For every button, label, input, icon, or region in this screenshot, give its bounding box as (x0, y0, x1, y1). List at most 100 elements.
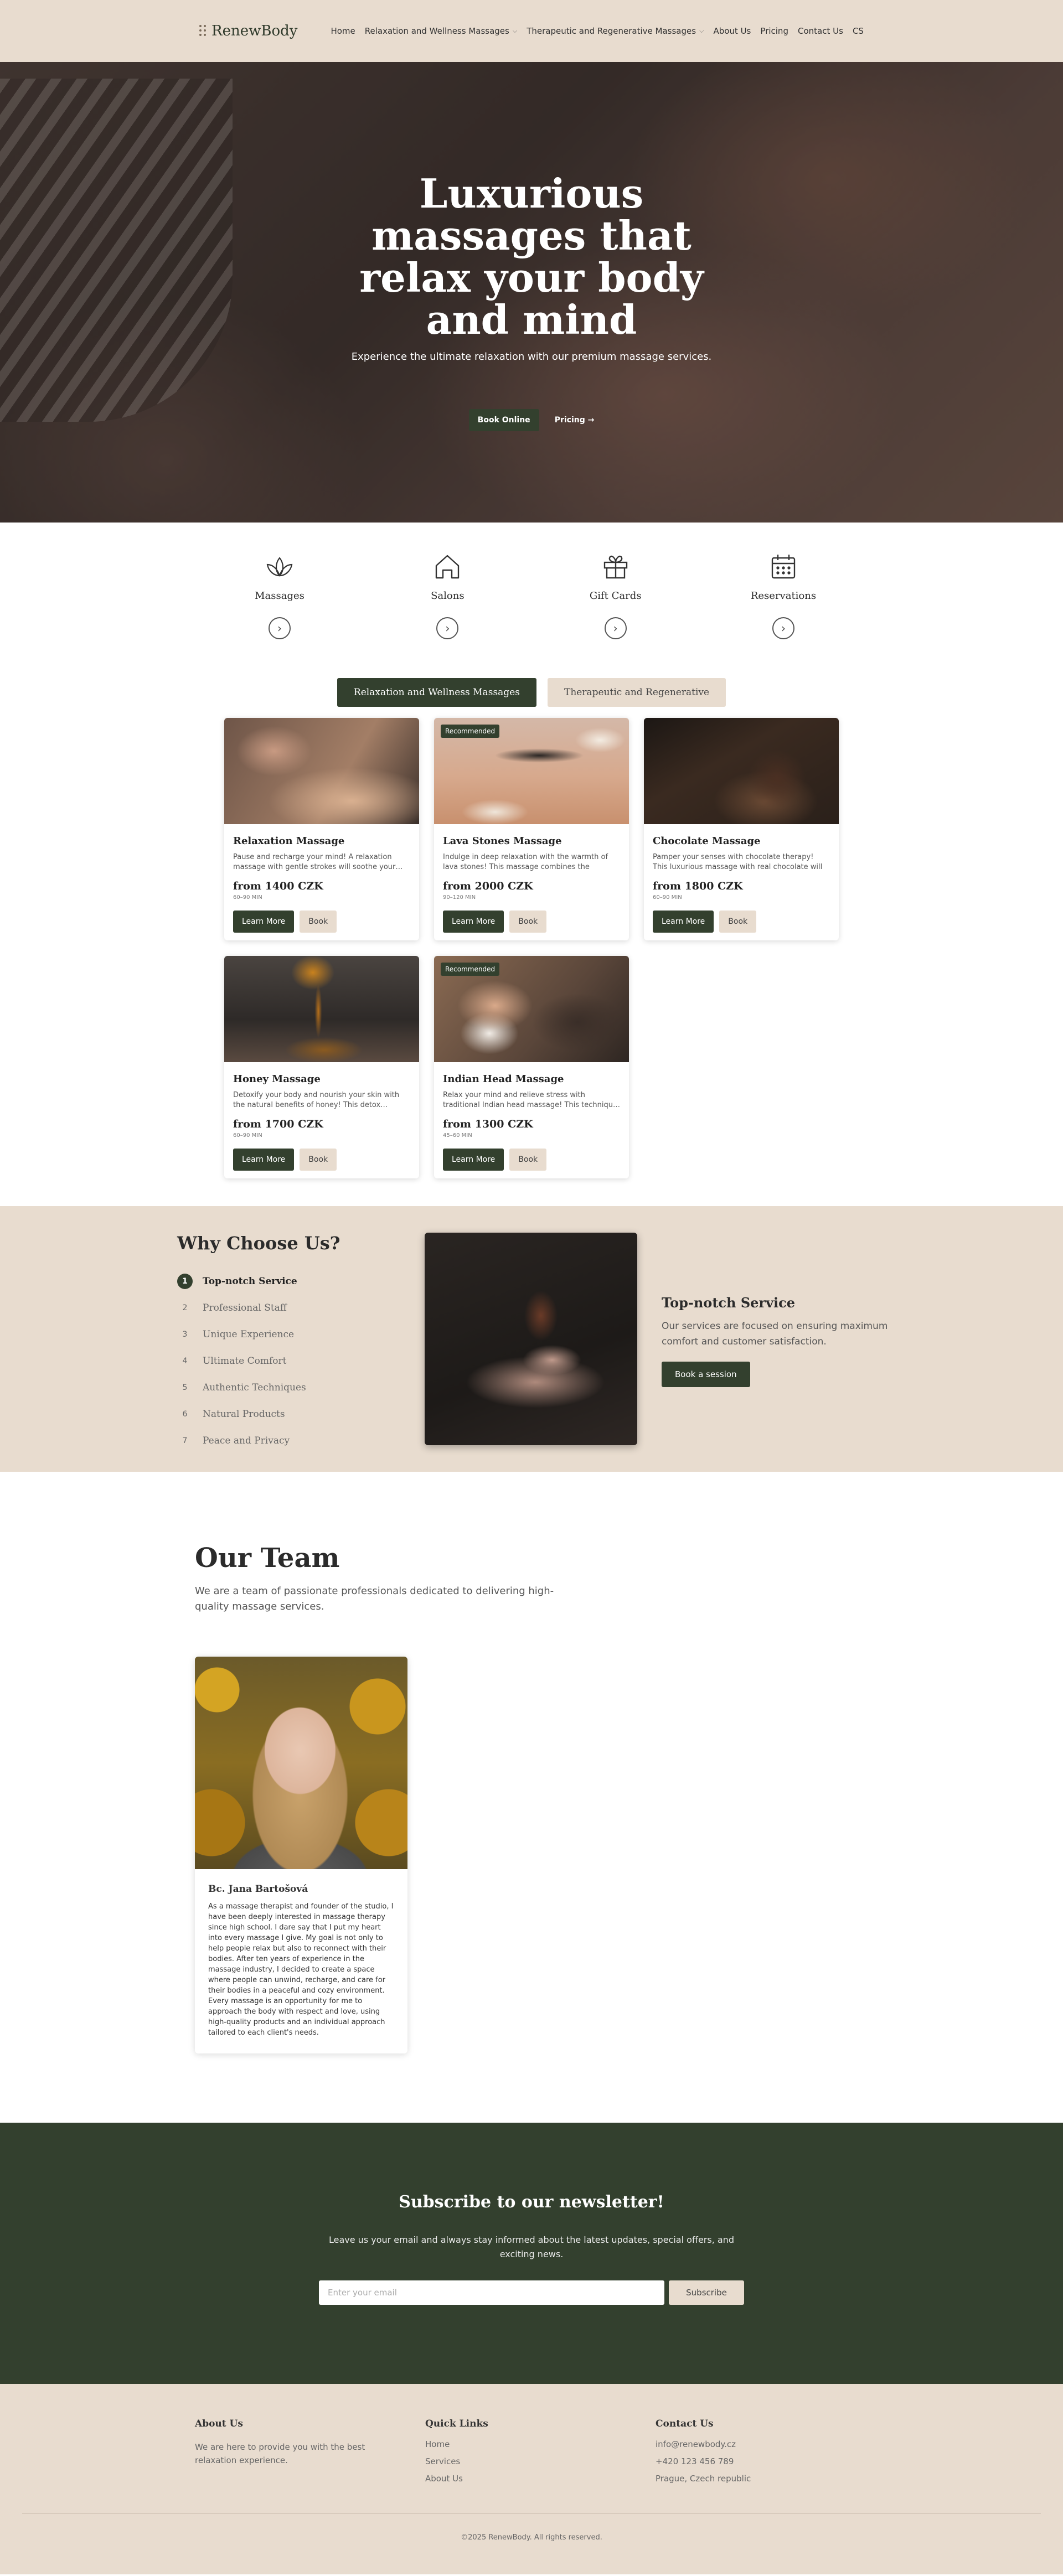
chevron-right-icon[interactable]: › (269, 617, 291, 639)
footer-about: About Us We are here to provide you with… (195, 2418, 365, 2465)
card-price: from 1700 CZK (233, 1118, 323, 1130)
card-price: from 1800 CZK (653, 880, 743, 892)
card-image: Recommended (434, 956, 629, 1062)
chevron-down-icon: ⌵ (512, 27, 518, 34)
team-description: We are a team of passionate professional… (195, 1585, 554, 1612)
book-button[interactable]: Book (509, 911, 547, 933)
tab-therapeutic[interactable]: Therapeutic and Regenerative (547, 678, 726, 707)
card-image (224, 718, 419, 824)
why-detail-title: Top-notch Service (662, 1295, 796, 1311)
subscribe-button[interactable]: Subscribe (669, 2280, 744, 2305)
nav-home[interactable]: Home (331, 26, 355, 36)
nav-contact[interactable]: Contact Us (798, 26, 843, 36)
hero-subtitle: Experience the ultimate relaxation with … (351, 351, 712, 363)
nav-pricing[interactable]: Pricing (760, 26, 788, 36)
footer-phone[interactable]: +420 123 456 789 (656, 2456, 886, 2474)
lotus-icon (266, 557, 293, 577)
card-title: Indian Head Massage (443, 1073, 564, 1085)
nav-therapeutic[interactable]: Therapeutic and Regenerative Massages ⌵ (527, 26, 704, 36)
footer-contact: Contact Us info@renewbody.cz +420 123 45… (656, 2418, 886, 2491)
why-choose-us-section: Why Choose Us? 1 Top-notch Service 2 Profe… (0, 1206, 1063, 1472)
learn-more-button[interactable]: Learn More (233, 911, 295, 933)
why-detail-text: Our services are focused on ensuring max… (662, 1321, 888, 1347)
main-nav: Home Relaxation and Wellness Massages ⌵ T… (331, 26, 864, 36)
card-title: Honey Massage (233, 1073, 321, 1085)
learn-more-button[interactable]: Learn More (233, 1149, 295, 1171)
pricing-link[interactable]: Pricing → (555, 416, 595, 425)
footer-address: Prague, Czech republic (656, 2474, 751, 2484)
chevron-right-icon[interactable]: › (436, 617, 459, 639)
quick-link-reservations[interactable]: Reservations › (736, 551, 830, 639)
chevron-right-icon[interactable]: › (772, 617, 794, 639)
newsletter-title: Subscribe to our newsletter! (399, 2192, 664, 2212)
card-description: Relax your mind and relieve stress with … (443, 1091, 620, 1109)
card-title: Relaxation Massage (233, 835, 345, 847)
team-member-card: Bc. Jana Bartošová As a massage therapis… (195, 1657, 407, 2053)
site-footer: About Us We are here to provide you with… (0, 2384, 1063, 2574)
site-header: RenewBody Home Relaxation and Wellness M… (0, 0, 1063, 62)
why-detail: Top-notch Service Our services are focus… (662, 1295, 900, 1387)
quick-link-salons[interactable]: Salons › (400, 551, 494, 639)
book-button[interactable]: Book (719, 911, 757, 933)
card-title: Chocolate Massage (653, 835, 761, 847)
home-icon (436, 555, 460, 579)
card-description: Pamper your senses with chocolate therap… (653, 853, 823, 871)
team-member-name: Bc. Jana Bartošová (208, 1884, 308, 1895)
footer-email[interactable]: info@renewbody.cz (656, 2439, 886, 2456)
calendar-icon (771, 555, 796, 579)
book-button[interactable]: Book (509, 1149, 547, 1171)
card-image: Recommended (434, 718, 629, 824)
gift-icon (603, 555, 627, 579)
copyright: ©2025 RenewBody. All rights reserved. (461, 2533, 602, 2542)
card-duration: 60–90 MIN (233, 1132, 262, 1139)
footer-quick-links: Quick Links Home Services About Us (425, 2418, 656, 2491)
book-online-button[interactable]: Book Online (468, 409, 539, 431)
newsletter-text: Leave us your email and always stay info… (329, 2234, 734, 2259)
chevron-down-icon: ⌵ (699, 27, 704, 34)
massage-tabs: Relaxation and Wellness Massages Therape… (0, 678, 1063, 707)
team-member-photo (195, 1657, 407, 1869)
footer-link-about[interactable]: About Us (425, 2474, 656, 2491)
card-price: from 1400 CZK (233, 880, 323, 892)
team-section: Our Team We are a team of passionate pro… (0, 1472, 1063, 2123)
language-switch[interactable]: CS (853, 26, 864, 36)
footer-link-services[interactable]: Services (425, 2456, 656, 2474)
card-image (644, 718, 839, 824)
footer-divider (22, 2513, 1041, 2514)
team-title: Our Team (195, 1543, 340, 1574)
card-price: from 1300 CZK (443, 1118, 533, 1130)
team-member-bio: As a massage therapist and founder of th… (208, 1902, 394, 2037)
logo-icon (199, 25, 207, 37)
card-duration: 60–90 MIN (653, 894, 682, 901)
card-image (224, 956, 419, 1062)
massage-card: Recommended Lava Stones Massage Indulge … (434, 718, 629, 940)
card-description: Pause and recharge your mind! A relaxati… (233, 853, 403, 871)
book-button[interactable]: Book (300, 1149, 337, 1171)
massage-card: Relaxation Massage Pause and recharge yo… (224, 718, 419, 940)
massage-card: Recommended Indian Head Massage Relax yo… (434, 956, 629, 1178)
footer-link-home[interactable]: Home (425, 2439, 656, 2456)
card-description: Detoxify your body and nourish your skin… (233, 1091, 400, 1109)
card-duration: 90–120 MIN (443, 894, 476, 901)
tab-relaxation[interactable]: Relaxation and Wellness Massages (337, 678, 536, 707)
chevron-right-icon[interactable]: › (604, 617, 627, 639)
learn-more-button[interactable]: Learn More (443, 1149, 504, 1171)
nav-relaxation[interactable]: Relaxation and Wellness Massages ⌵ (365, 26, 517, 36)
quick-link-massages[interactable]: Massages › (233, 551, 327, 639)
logo-text: RenewBody (211, 23, 298, 39)
hero-section: Luxurious massages that relax your body … (0, 62, 1063, 523)
quick-links: Massages › Salons › Gift Cards › Reserva… (0, 551, 1063, 639)
hero-title: Luxurious massages that relax your body … (359, 170, 704, 343)
newsletter-form: Subscribe (0, 2280, 1063, 2305)
learn-more-button[interactable]: Learn More (653, 911, 714, 933)
book-session-button[interactable]: Book a session (662, 1362, 750, 1387)
nav-about[interactable]: About Us (713, 26, 751, 36)
recommended-badge: Recommended (441, 725, 500, 738)
email-field[interactable] (319, 2280, 664, 2305)
learn-more-button[interactable]: Learn More (443, 911, 504, 933)
quick-link-gift-cards[interactable]: Gift Cards › (569, 551, 663, 639)
massage-card: Chocolate Massage Pamper your senses wit… (644, 718, 839, 940)
book-button[interactable]: Book (300, 911, 337, 933)
card-price: from 2000 CZK (443, 880, 533, 892)
logo[interactable]: RenewBody (199, 23, 297, 39)
